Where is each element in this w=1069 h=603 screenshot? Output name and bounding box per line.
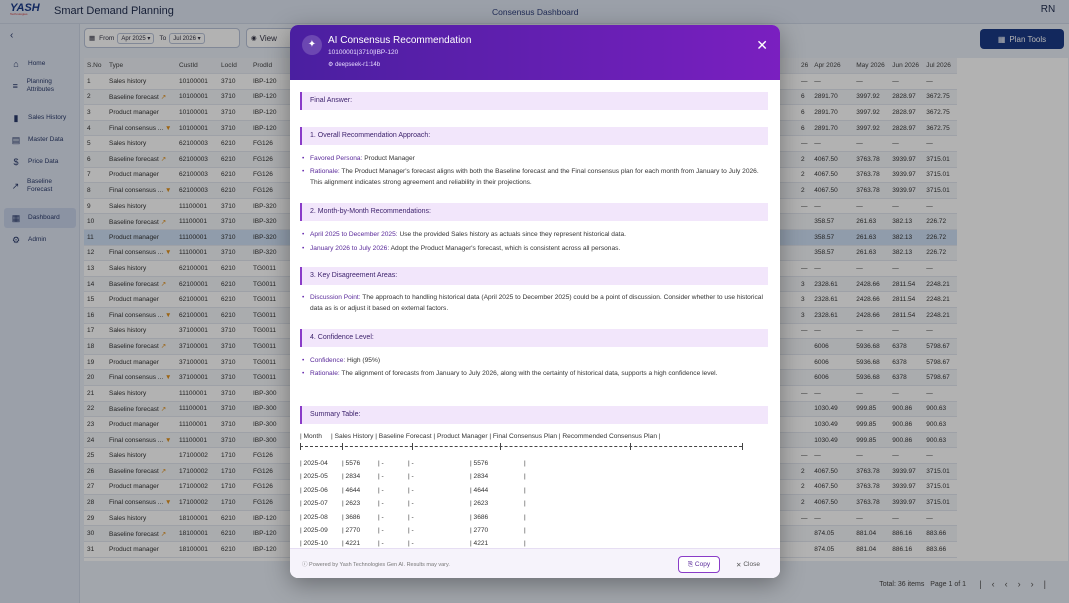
close-icon[interactable]: ✕ — [756, 37, 768, 54]
close-icon: ✕ — [736, 561, 742, 569]
powered-by-note: ⓘ Powered by Yash Technologies Gen AI. R… — [302, 562, 450, 568]
model-badge: ⚙ deepseek-r1:14b — [328, 62, 381, 68]
modal-header: ✦ AI Consensus Recommendation 10100001|3… — [290, 25, 780, 80]
section-header: 4. Confidence Level: — [300, 329, 768, 347]
bullet-item: Confidence: High (95%) — [302, 355, 764, 366]
modal-body[interactable]: Final Answer: 1. Overall Recommendation A… — [290, 80, 780, 548]
section-header: 2. Month-by-Month Recommendations: — [300, 203, 768, 221]
bullet-item: January 2026 to July 2026: Adopt the Pro… — [302, 243, 764, 254]
close-button[interactable]: ✕ Close — [730, 556, 766, 573]
modal-title: AI Consensus Recommendation — [328, 35, 472, 46]
summary-table-row: | 2025-05 | 2834 | - | - | 2834 | — [300, 473, 526, 481]
summary-table-row: | 2025-09 | 2770 | - | - | 2770 | — [300, 527, 526, 534]
summary-table-row: | 2025-07 | 2623 | - | - | 2623 | — [300, 500, 526, 508]
modal-subtitle: 10100001|3710|IBP-120 — [328, 49, 399, 56]
bullet-item: Rationale: The Product Manager's forecas… — [302, 166, 764, 188]
copy-icon: ⎘ — [687, 560, 694, 568]
section-header: Summary Table: — [300, 406, 768, 424]
bullet-item: Favored Persona: Product Manager — [302, 153, 764, 164]
section-header: Final Answer: — [300, 92, 768, 110]
summary-table-row: | 2025-04 | 5576 | - | - | 5576 | — [300, 460, 526, 467]
summary-table-row: | 2025-08 | 3686 | - | - | 3686 | — [300, 513, 526, 521]
bullet-item: April 2025 to December 2025: Use the pro… — [302, 229, 764, 240]
lightbulb-icon: ✦ — [302, 35, 322, 55]
modal-footer: ⓘ Powered by Yash Technologies Gen AI. R… — [290, 548, 780, 578]
section-header: 3. Key Disagreement Areas: — [300, 267, 768, 285]
summary-table-row: | 2025-06 | 4644 | - | - | 4644 | — [300, 486, 526, 494]
bullet-item: Discussion Point: The approach to handli… — [302, 292, 764, 314]
bullet-item: Rationale: The alignment of forecasts fr… — [302, 368, 764, 379]
ai-recommendation-modal: ✦ AI Consensus Recommendation 10100001|3… — [290, 25, 780, 578]
summary-table-row: | 2025-10 | 4221 | - | - | 4221 | — [300, 540, 526, 548]
summary-table-divider — [300, 446, 742, 447]
chip-icon: ⚙ — [328, 62, 334, 68]
copy-button[interactable]: ⎘ Copy — [678, 556, 720, 573]
section-header: 1. Overall Recommendation Approach: — [300, 127, 768, 145]
summary-table-header: | Month | Sales History | Baseline Forec… — [300, 433, 661, 440]
